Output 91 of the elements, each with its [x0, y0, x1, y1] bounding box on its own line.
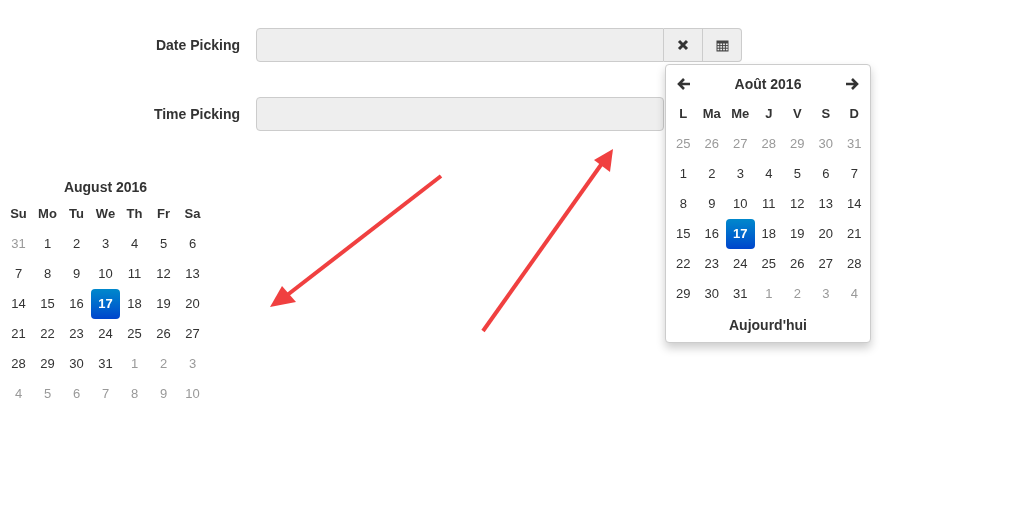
day-cell[interactable]: 25 — [754, 249, 783, 279]
month-title[interactable]: Août 2016 — [734, 73, 802, 95]
weekday-label: Tu — [69, 206, 84, 222]
weekday-label: D — [849, 106, 859, 122]
day-cell[interactable]: 5 — [149, 229, 178, 259]
day-cell[interactable]: 29 — [669, 279, 698, 309]
day-cell[interactable]: 11 — [120, 259, 149, 289]
day-cell[interactable]: 28 — [4, 349, 33, 379]
day-cell[interactable]: 7 — [840, 159, 869, 189]
day-cell[interactable]: 4 — [120, 229, 149, 259]
day-cell[interactable]: 2 — [697, 159, 726, 189]
day-cell[interactable]: 1 — [33, 229, 62, 259]
day-cell[interactable]: 7 — [4, 259, 33, 289]
weekday-label: Me — [731, 106, 750, 122]
previous-month-button[interactable] — [676, 76, 692, 92]
day-cell[interactable]: 3 — [726, 159, 755, 189]
day-cell[interactable]: 1 — [669, 159, 698, 189]
day-cell[interactable]: 12 — [149, 259, 178, 289]
day-cell[interactable]: 15 — [33, 289, 62, 319]
day-cell[interactable]: 18 — [754, 219, 783, 249]
weekday-label: L — [679, 106, 688, 122]
day-cell[interactable]: 14 — [840, 189, 869, 219]
day-cell[interactable]: 27 — [811, 249, 840, 279]
day-cell[interactable]: 23 — [697, 249, 726, 279]
day-cell[interactable]: 19 — [149, 289, 178, 319]
day-cell[interactable]: 2 — [62, 229, 91, 259]
day-cell[interactable]: 15 — [669, 219, 698, 249]
weekday-label: Ma — [702, 106, 721, 122]
clear-button[interactable] — [664, 28, 703, 62]
day-cell[interactable]: 29 — [33, 349, 62, 379]
day-cell[interactable]: 24 — [726, 249, 755, 279]
field-label: Time Picking — [153, 105, 240, 122]
day-cell[interactable]: 22 — [33, 319, 62, 349]
day-cell[interactable]: 30 — [62, 349, 91, 379]
today-button[interactable]: Aujourd'hui — [729, 315, 807, 336]
day-cell[interactable]: 20 — [811, 219, 840, 249]
day-cell[interactable]: 9 — [697, 189, 726, 219]
day-cell[interactable]: 6 — [811, 159, 840, 189]
arrow-right-icon — [845, 78, 859, 90]
day-cell[interactable]: 13 — [178, 259, 207, 289]
field-label: Date Picking — [155, 36, 240, 53]
day-cell[interactable]: 12 — [783, 189, 812, 219]
day-cell[interactable]: 22 — [669, 249, 698, 279]
day-cell[interactable]: 3 — [91, 229, 120, 259]
day-cell[interactable]: 23 — [62, 319, 91, 349]
day-cell[interactable]: 21 — [4, 319, 33, 349]
month-title: August 2016 — [63, 177, 148, 197]
close-icon — [677, 39, 689, 51]
day-cell[interactable]: 10 — [91, 259, 120, 289]
day-cell[interactable]: 10 — [726, 189, 755, 219]
day-cell[interactable]: 31 — [726, 279, 755, 309]
day-cell[interactable]: 20 — [178, 289, 207, 319]
day-cell[interactable]: 4 — [754, 159, 783, 189]
weekday-label: Sa — [184, 206, 201, 222]
day-cell[interactable]: 14 — [4, 289, 33, 319]
weekday-label: We — [95, 206, 116, 222]
day-cell[interactable]: 8 — [33, 259, 62, 289]
day-cell[interactable]: 17 — [91, 289, 120, 319]
day-cell[interactable]: 11 — [754, 189, 783, 219]
day-cell[interactable]: 5 — [783, 159, 812, 189]
day-cell[interactable]: 18 — [120, 289, 149, 319]
day-cell[interactable]: 30 — [697, 279, 726, 309]
calendar-icon — [715, 38, 729, 52]
input-field[interactable] — [256, 28, 664, 62]
day-cell[interactable]: 9 — [62, 259, 91, 289]
day-cell[interactable]: 26 — [149, 319, 178, 349]
day-cell[interactable]: 13 — [811, 189, 840, 219]
day-cell[interactable]: 25 — [120, 319, 149, 349]
input-field[interactable] — [256, 97, 664, 131]
day-cell[interactable]: 28 — [840, 249, 869, 279]
weekday-label: Mo — [38, 206, 57, 222]
day-cell[interactable]: 24 — [91, 319, 120, 349]
weekday-label: S — [821, 106, 831, 122]
next-month-button[interactable] — [844, 76, 860, 92]
day-cell[interactable]: 16 — [62, 289, 91, 319]
arrow-left-icon — [677, 78, 691, 90]
weekday-label: Fr — [157, 206, 170, 222]
day-cell[interactable]: 6 — [178, 229, 207, 259]
day-cell[interactable]: 16 — [697, 219, 726, 249]
day-cell[interactable]: 8 — [669, 189, 698, 219]
day-cell[interactable]: 17 — [726, 219, 755, 249]
day-cell[interactable]: 26 — [783, 249, 812, 279]
day-cell[interactable]: 19 — [783, 219, 812, 249]
day-cell[interactable]: 27 — [178, 319, 207, 349]
weekday-label: Su — [10, 206, 27, 222]
weekday-label: Th — [126, 206, 143, 222]
day-cell[interactable]: 21 — [840, 219, 869, 249]
calendar-button[interactable] — [703, 28, 742, 62]
weekday-label: V — [792, 106, 802, 122]
day-cell[interactable]: 31 — [91, 349, 120, 379]
weekday-label: J — [765, 106, 773, 122]
